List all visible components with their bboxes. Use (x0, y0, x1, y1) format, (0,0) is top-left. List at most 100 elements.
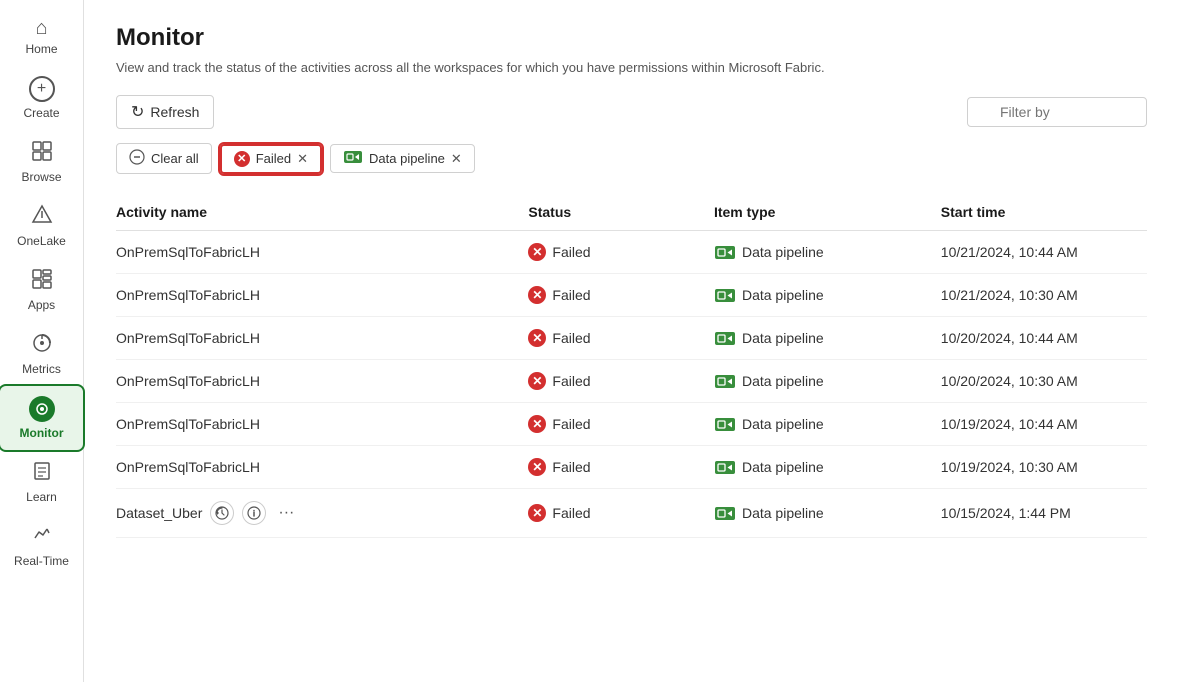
clear-all-chip[interactable]: Clear all (116, 143, 212, 174)
cell-status: ✕ Failed (528, 274, 714, 317)
sidebar-label-browse: Browse (21, 170, 61, 184)
activity-name-text: OnPremSqlToFabricLH (116, 244, 260, 260)
pipeline-icon (714, 331, 736, 346)
failed-icon: ✕ (528, 458, 546, 476)
pipeline-icon (714, 288, 736, 303)
sidebar-label-home: Home (25, 42, 57, 56)
status-failed: ✕ Failed (528, 458, 702, 476)
cell-activity-name: OnPremSqlToFabricLH (116, 446, 528, 489)
filter-wrap: 🔍 (967, 97, 1147, 127)
item-type-cell: Data pipeline (714, 505, 929, 521)
cell-item-type: Data pipeline (714, 274, 941, 317)
table-header: Activity name Status Item type Start tim… (116, 194, 1147, 231)
status-text: Failed (552, 459, 590, 475)
row-history-button[interactable] (210, 501, 234, 525)
table-row: OnPremSqlToFabricLH ✕ Failed Data pipeli… (116, 360, 1147, 403)
onelake-icon (31, 204, 53, 230)
cell-status: ✕ Failed (528, 489, 714, 538)
refresh-button[interactable]: ↻ Refresh (116, 95, 214, 129)
item-type-text: Data pipeline (742, 287, 824, 303)
item-type-cell: Data pipeline (714, 330, 929, 346)
start-time-text: 10/21/2024, 10:44 AM (941, 244, 1078, 260)
start-time-text: 10/20/2024, 10:30 AM (941, 373, 1078, 389)
main-content: Monitor View and track the status of the… (84, 0, 1179, 682)
cell-start-time: 10/20/2024, 10:44 AM (941, 317, 1147, 360)
monitor-table: Activity name Status Item type Start tim… (116, 194, 1147, 538)
cell-item-type: Data pipeline (714, 317, 941, 360)
status-failed: ✕ Failed (528, 372, 702, 390)
cell-activity-name: OnPremSqlToFabricLH (116, 317, 528, 360)
sidebar-item-metrics[interactable]: Metrics (0, 322, 83, 386)
row-info-button[interactable] (242, 501, 266, 525)
sidebar-item-monitor[interactable]: Monitor (0, 386, 83, 450)
status-text: Failed (552, 244, 590, 260)
cell-start-time: 10/19/2024, 10:44 AM (941, 403, 1147, 446)
pipeline-chip-close[interactable]: ✕ (451, 151, 462, 167)
failed-chip-icon: ✕ (234, 151, 250, 167)
start-time-text: 10/19/2024, 10:44 AM (941, 416, 1078, 432)
sidebar-item-onelake[interactable]: OneLake (0, 194, 83, 258)
status-failed: ✕ Failed (528, 286, 702, 304)
item-type-cell: Data pipeline (714, 244, 929, 260)
item-type-text: Data pipeline (742, 505, 824, 521)
status-text: Failed (552, 287, 590, 303)
home-icon: ⌂ (35, 18, 47, 38)
status-text: Failed (552, 505, 590, 521)
activity-name-text: OnPremSqlToFabricLH (116, 416, 260, 432)
start-time-text: 10/21/2024, 10:30 AM (941, 287, 1078, 303)
content-area: Monitor View and track the status of the… (84, 0, 1179, 682)
page-title: Monitor (116, 24, 1147, 52)
pipeline-chip[interactable]: Data pipeline ✕ (330, 144, 475, 173)
failed-chip[interactable]: ✕ Failed ✕ (220, 144, 322, 174)
monitor-icon (29, 396, 55, 422)
cell-start-time: 10/15/2024, 1:44 PM (941, 489, 1147, 538)
cell-activity-name: OnPremSqlToFabricLH (116, 231, 528, 274)
cell-activity-name: OnPremSqlToFabricLH (116, 403, 528, 446)
sidebar-item-create[interactable]: + Create (0, 66, 83, 130)
failed-icon: ✕ (528, 415, 546, 433)
cell-item-type: Data pipeline (714, 489, 941, 538)
sidebar-item-realtime[interactable]: Real-Time (0, 514, 83, 578)
sidebar-label-learn: Learn (26, 490, 57, 504)
failed-icon: ✕ (528, 286, 546, 304)
filter-input[interactable] (967, 97, 1147, 127)
start-time-text: 10/15/2024, 1:44 PM (941, 505, 1071, 521)
toolbar: ↻ Refresh 🔍 (116, 95, 1147, 129)
status-failed: ✕ Failed (528, 504, 702, 522)
refresh-label: Refresh (150, 104, 199, 120)
status-failed: ✕ Failed (528, 329, 702, 347)
pipeline-icon (714, 245, 736, 260)
pipeline-icon (714, 460, 736, 475)
sidebar-label-realtime: Real-Time (14, 554, 69, 568)
item-type-cell: Data pipeline (714, 287, 929, 303)
pipeline-icon (714, 374, 736, 389)
cell-start-time: 10/19/2024, 10:30 AM (941, 446, 1147, 489)
sidebar-item-browse[interactable]: Browse (0, 130, 83, 194)
sidebar-item-learn[interactable]: Learn (0, 450, 83, 514)
table-row: OnPremSqlToFabricLH ✕ Failed Data pipeli… (116, 317, 1147, 360)
cell-status: ✕ Failed (528, 446, 714, 489)
cell-start-time: 10/21/2024, 10:44 AM (941, 231, 1147, 274)
cell-start-time: 10/21/2024, 10:30 AM (941, 274, 1147, 317)
cell-activity-name: OnPremSqlToFabricLH (116, 360, 528, 403)
realtime-icon (31, 524, 53, 550)
activity-name-text: OnPremSqlToFabricLH (116, 287, 260, 303)
apps-icon (31, 268, 53, 294)
activity-name-text: OnPremSqlToFabricLH (116, 459, 260, 475)
sidebar-item-home[interactable]: ⌂ Home (0, 8, 83, 66)
col-item-type: Item type (714, 194, 941, 231)
sidebar-item-apps[interactable]: Apps (0, 258, 83, 322)
pipeline-icon (714, 417, 736, 432)
cell-item-type: Data pipeline (714, 360, 941, 403)
failed-icon: ✕ (528, 329, 546, 347)
table-row: OnPremSqlToFabricLH ✕ Failed Data pipeli… (116, 403, 1147, 446)
item-type-text: Data pipeline (742, 416, 824, 432)
row-more-button[interactable]: ··· (274, 502, 298, 524)
filter-bar: 🔍 (967, 97, 1147, 127)
status-failed: ✕ Failed (528, 415, 702, 433)
sidebar-label-create: Create (23, 106, 59, 120)
status-text: Failed (552, 373, 590, 389)
failed-chip-close[interactable]: ✕ (297, 151, 308, 167)
item-type-cell: Data pipeline (714, 459, 929, 475)
item-type-cell: Data pipeline (714, 373, 929, 389)
